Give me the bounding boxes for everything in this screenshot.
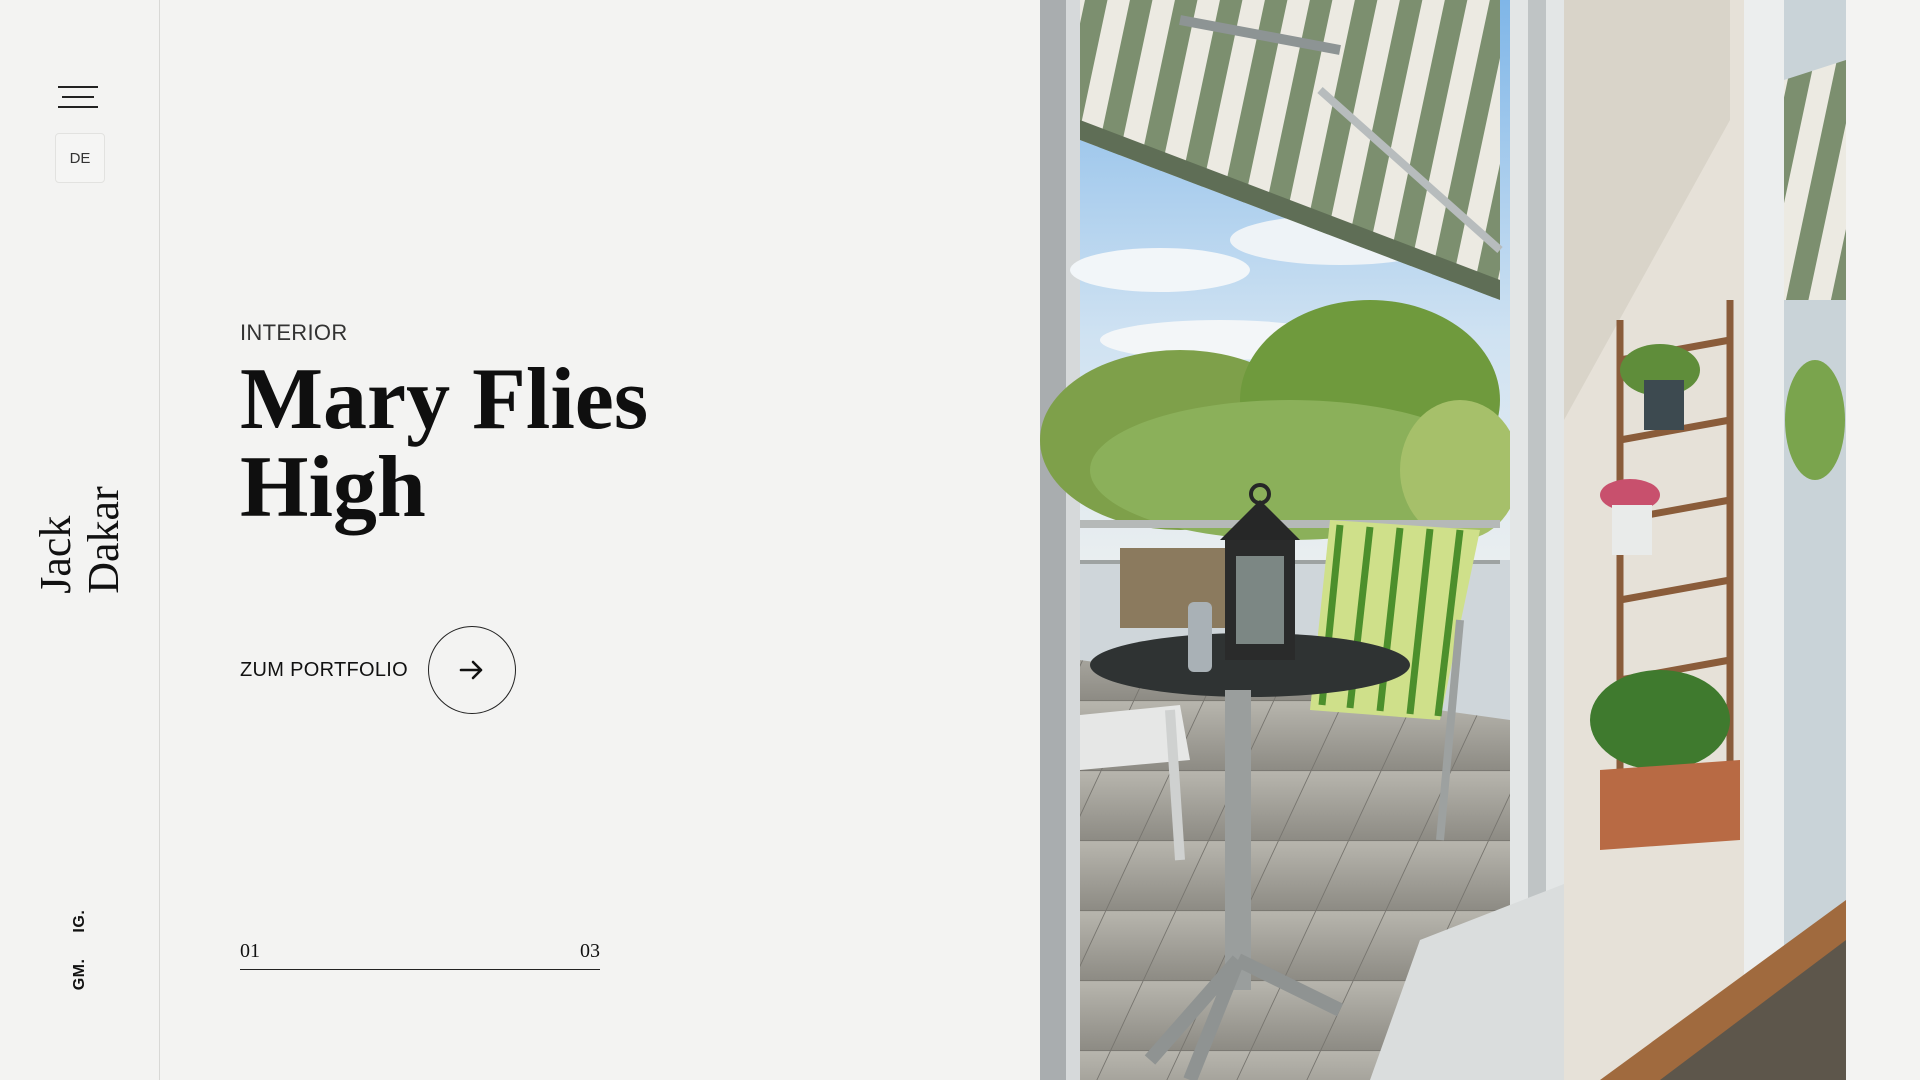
brand-logo[interactable]: Jack Dakar — [31, 486, 128, 594]
menu-icon[interactable] — [58, 84, 102, 110]
slide-progress[interactable]: 01 03 — [240, 940, 600, 970]
social-link-ig[interactable]: IG. — [71, 910, 89, 933]
arrow-right-icon — [459, 660, 483, 680]
project-category: INTERIOR — [240, 320, 348, 345]
social-link-gm[interactable]: GM. — [71, 959, 89, 991]
menu-line — [58, 106, 98, 108]
language-switch-button[interactable]: DE — [55, 133, 105, 183]
page: DE Jack Dakar GM. IG. INTERIOR Mary Flie… — [0, 0, 1920, 1080]
project-title-line2: High — [240, 439, 426, 536]
brand-last-name: Dakar — [79, 486, 128, 594]
project-title: Mary Flies High — [240, 356, 800, 532]
slide-end-number: 03 — [580, 940, 600, 962]
social-links: GM. IG. — [71, 910, 89, 991]
slide-start-number: 01 — [240, 940, 260, 962]
sidebar: DE Jack Dakar GM. IG. — [0, 0, 160, 1080]
project-title-line1: Mary Flies — [240, 351, 649, 448]
brand-first-name: Jack — [31, 515, 80, 594]
menu-line — [58, 86, 98, 88]
photo-illustration — [1040, 0, 1846, 1080]
portfolio-link-label: ZUM PORTFOLIO — [240, 658, 408, 681]
balcony-photo — [1040, 0, 1846, 1080]
portfolio-link[interactable]: ZUM PORTFOLIO — [240, 626, 516, 714]
arrow-button[interactable] — [427, 626, 516, 714]
menu-line — [62, 96, 94, 98]
